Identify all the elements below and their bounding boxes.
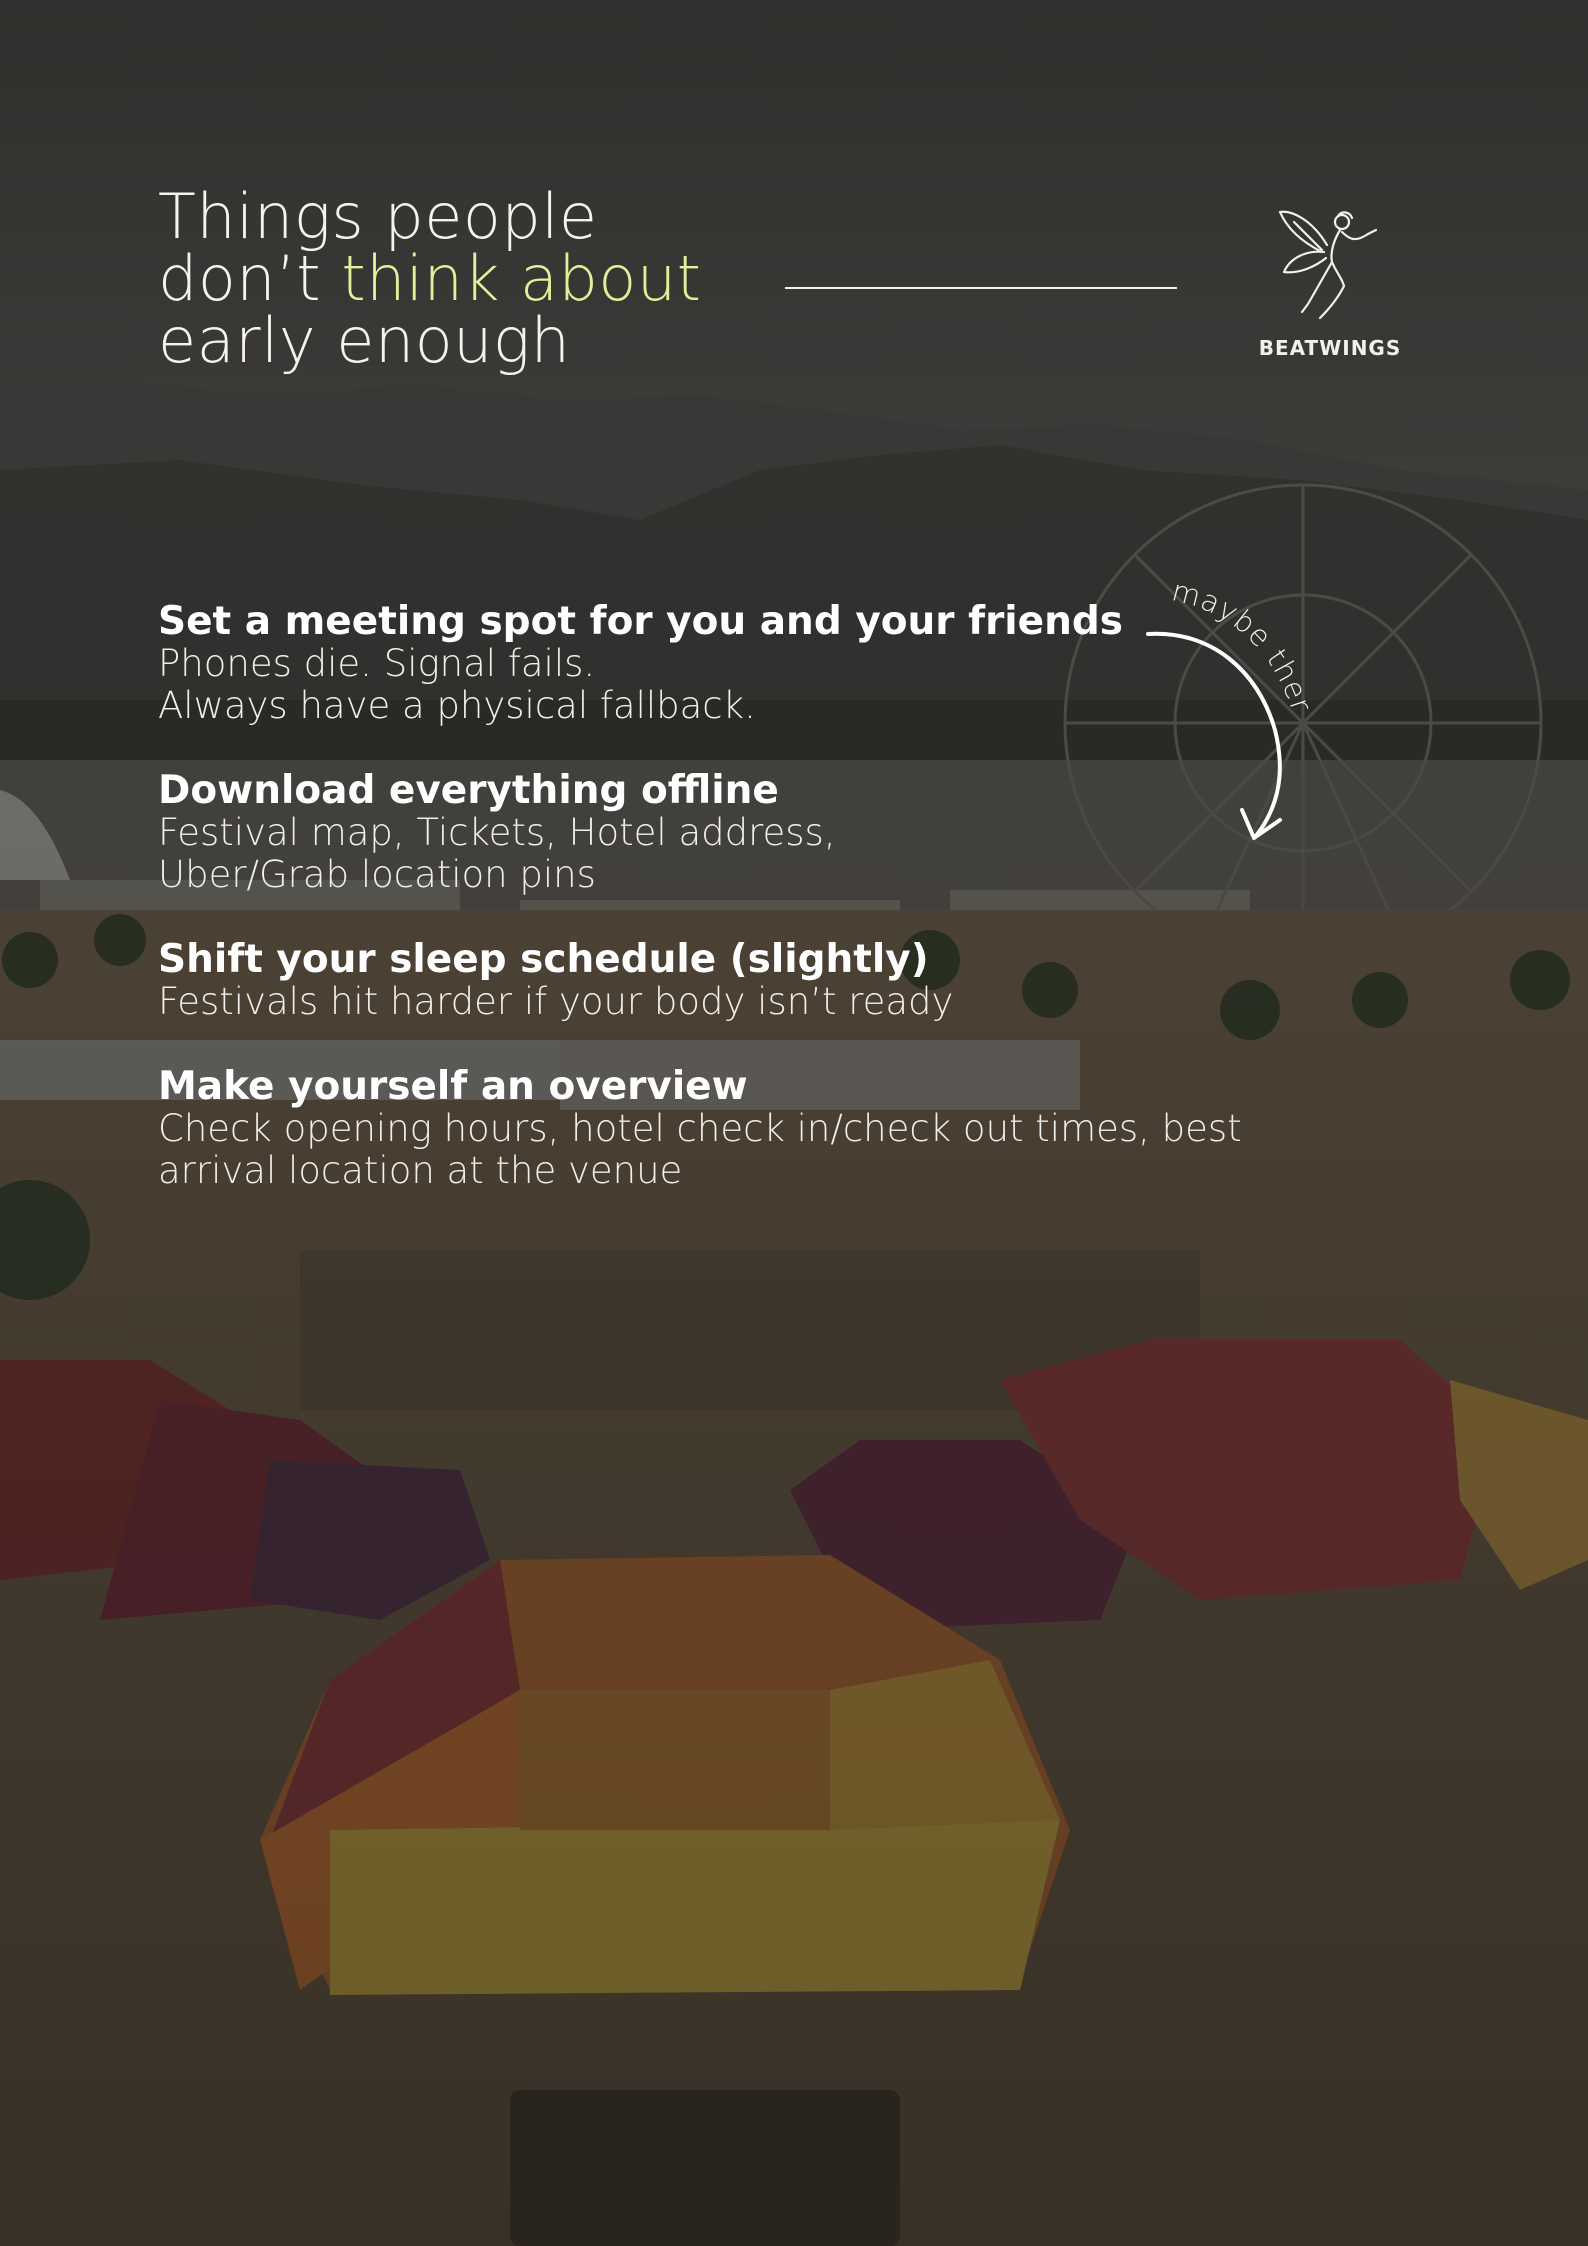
tip-heading: Shift your sleep schedule (slightly)	[158, 937, 929, 982]
tip-heading: Set a meeting spot for you and your frie…	[158, 599, 1124, 644]
title-line-2: don’t think about	[158, 248, 701, 310]
tip-text: Phones die. Signal fails.	[158, 642, 596, 685]
tip-text: Uber/Grab location pins	[158, 853, 596, 896]
title-line-3: early enough	[158, 304, 571, 377]
brand-name: BEATWINGS	[1258, 336, 1402, 360]
tips-list: Set a meeting spot for you and your frie…	[158, 600, 1458, 1234]
tip-download-offline: Download everything offline Festival map…	[158, 769, 1458, 896]
brand-logo: BEATWINGS	[1240, 200, 1420, 370]
tip-text: Always have a physical fallback.	[158, 684, 756, 727]
tip-overview: Make yourself an overview Check opening …	[158, 1065, 1458, 1192]
title-divider	[785, 287, 1177, 289]
tip-text: arrival location at the venue	[158, 1149, 683, 1192]
fairy-icon	[1278, 210, 1378, 320]
tip-text: Festival map, Tickets, Hotel address,	[158, 811, 836, 854]
title-line-1: Things people	[158, 180, 598, 253]
tip-heading: Download everything offline	[158, 768, 779, 813]
tip-meeting-spot: Set a meeting spot for you and your frie…	[158, 600, 1458, 727]
tip-text: Check opening hours, hotel check in/chec…	[158, 1107, 1242, 1150]
tip-sleep-schedule: Shift your sleep schedule (slightly) Fes…	[158, 938, 1458, 1023]
tip-heading: Make yourself an overview	[158, 1064, 748, 1109]
page-title: Things people don’t think about early en…	[158, 186, 701, 372]
tip-text: Festivals hit harder if your body isn’t …	[158, 980, 954, 1023]
